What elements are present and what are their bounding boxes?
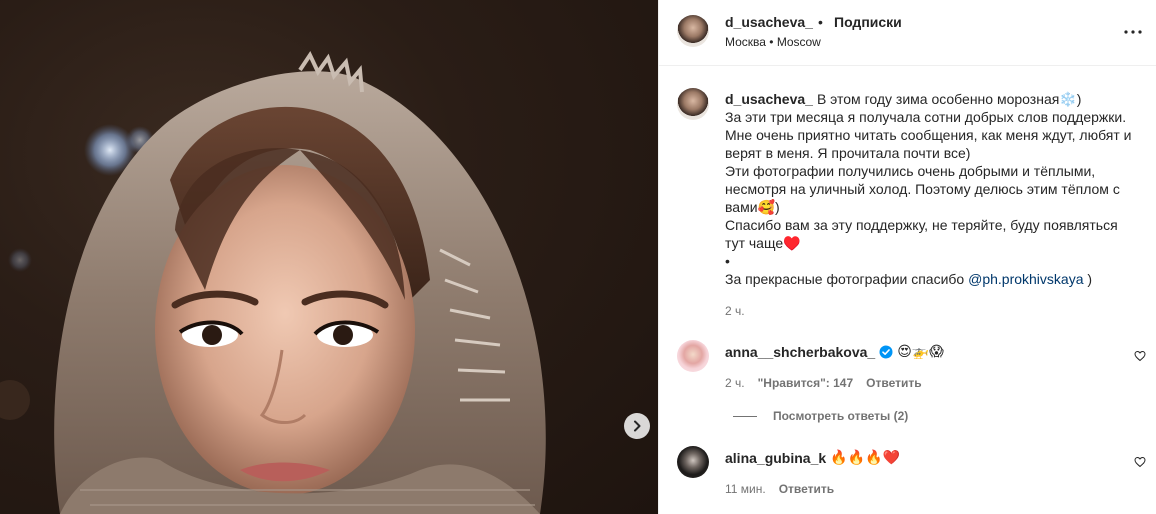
heart-icon[interactable]: [1134, 350, 1146, 362]
comment-text: 🔥🔥🔥❤️: [830, 449, 900, 465]
comment-username[interactable]: alina_gubina_k: [725, 450, 826, 466]
comment: alina_gubina_k 🔥🔥🔥❤️: [725, 449, 900, 466]
reply-button[interactable]: Ответить: [779, 482, 834, 496]
caption-line: В этом году зима особенно морозная❄️): [816, 91, 1082, 107]
caption-line: Мне очень приятно читать сообщения, как …: [725, 127, 1132, 161]
caption-timestamp[interactable]: 2 ч.: [725, 304, 745, 318]
comment-time[interactable]: 11 мин.: [725, 482, 766, 496]
comment-meta: 2 ч. "Нравится": 147 Ответить: [725, 376, 922, 390]
caption-bullet: •: [725, 253, 730, 269]
verified-badge-icon: [879, 345, 893, 358]
next-photo-button[interactable]: [624, 413, 650, 439]
post-header: d_usacheva_ • Подписки Москва • Moscow: [659, 0, 1156, 66]
mention-link[interactable]: @ph.prokhivskaya: [968, 271, 1083, 287]
caption-line: ): [1083, 271, 1093, 287]
post-caption: d_usacheva_ В этом году зима особенно мор…: [725, 90, 1141, 288]
view-replies-button[interactable]: Посмотреть ответы (2): [733, 409, 908, 423]
author-username[interactable]: d_usacheva_: [725, 14, 813, 30]
comment-time[interactable]: 2 ч.: [725, 376, 745, 390]
caption-line: За эти три месяца я получала сотни добры…: [725, 109, 1127, 125]
reply-button[interactable]: Ответить: [866, 376, 921, 390]
photo-illustration: [0, 50, 546, 514]
commenter-avatar[interactable]: [677, 446, 709, 478]
following-button[interactable]: Подписки: [834, 14, 902, 30]
post-sidebar: d_usacheva_ • Подписки Москва • Moscow d…: [658, 0, 1156, 514]
comment-likes[interactable]: "Нравится": 147: [758, 376, 854, 390]
chevron-right-icon: [634, 420, 641, 432]
caption-line: Эти фотографии получились очень добрыми …: [725, 163, 1120, 215]
more-horizontal-icon: [1124, 30, 1142, 34]
header-separator: •: [818, 14, 823, 30]
caption-username[interactable]: d_usacheva_: [725, 91, 813, 107]
more-options-button[interactable]: [1122, 22, 1144, 42]
caption-line: За прекрасные фотографии спасибо: [725, 271, 969, 287]
post-photo[interactable]: [0, 0, 658, 514]
comment-username[interactable]: anna__shcherbakova_: [725, 344, 875, 360]
author-avatar[interactable]: [677, 15, 709, 47]
replies-divider: [733, 415, 757, 417]
commenter-avatar[interactable]: [677, 340, 709, 372]
comment-meta: 11 мин. Ответить: [725, 482, 834, 496]
comment: anna__shcherbakova_ 😍🚁😱: [725, 343, 944, 360]
post-location[interactable]: Москва • Moscow: [725, 35, 821, 49]
heart-icon[interactable]: [1134, 456, 1146, 468]
caption-line: Спасибо вам за эту поддержку, не теряйте…: [725, 217, 1118, 251]
caption-avatar[interactable]: [677, 88, 709, 120]
comment-text: 😍🚁😱: [897, 343, 944, 359]
view-replies-label: Посмотреть ответы (2): [773, 409, 909, 423]
